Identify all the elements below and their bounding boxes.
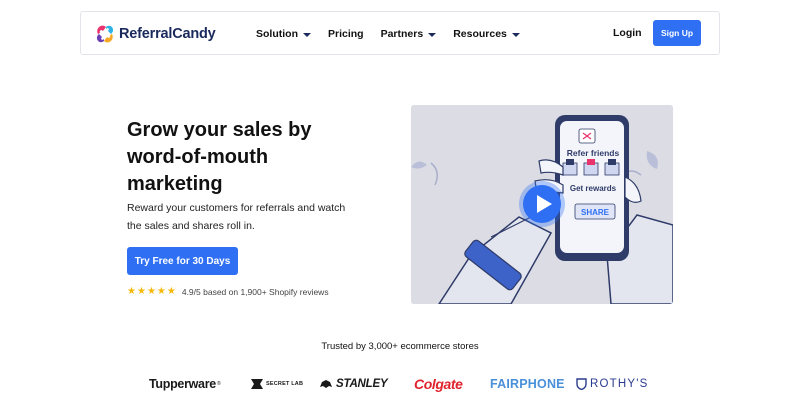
- top-navbar: ReferralCandy Solution Pricing Partners …: [80, 11, 720, 55]
- secretlab-icon: [251, 379, 263, 389]
- chevron-down-icon: [303, 33, 311, 37]
- rating-stars: ★ ★ ★ ★ ★: [127, 286, 176, 298]
- nav-item-resources[interactable]: Resources: [453, 28, 520, 40]
- sign-up-button[interactable]: Sign Up: [653, 20, 701, 46]
- colgate-logo: Colgate: [414, 376, 463, 392]
- nav-item-label: Solution: [256, 28, 298, 40]
- star-icon: ★: [146, 286, 156, 297]
- hero-title: Grow your sales by word-of-mouth marketi…: [127, 119, 312, 195]
- nav-item-solution[interactable]: Solution: [256, 28, 311, 40]
- secretlab-logo: SECRET LAB: [250, 375, 303, 393]
- chevron-down-icon: [511, 33, 520, 37]
- nav-item-label: Resources: [453, 28, 507, 40]
- video-illustration: Refer friends Get rewards SHARE: [411, 105, 673, 304]
- star-icon: ★: [136, 286, 146, 297]
- referralcandy-logo-icon: [96, 25, 114, 43]
- nav-item-partners[interactable]: Partners: [381, 28, 437, 40]
- tupperware-logo: Tupperware ®: [149, 375, 221, 393]
- fairphone-logo: FAIRPHONE: [490, 377, 565, 391]
- trusted-label: Trusted by 3,000+ ecommerce stores: [321, 341, 479, 352]
- nav-item-pricing[interactable]: Pricing: [328, 28, 364, 40]
- video-share-label: SHARE: [581, 208, 610, 217]
- chevron-down-icon: [428, 33, 437, 37]
- hero-video[interactable]: Refer friends Get rewards SHARE: [411, 105, 673, 304]
- rothys-shield-icon: [576, 378, 587, 390]
- brand-logo[interactable]: ReferralCandy: [94, 21, 216, 47]
- stanley-logo: STANLEY: [319, 375, 388, 393]
- brand-logo-text: Tupperware: [149, 377, 216, 391]
- star-icon: ★: [156, 286, 166, 297]
- rothys-logo: ROTHY'S: [576, 375, 649, 393]
- try-free-button[interactable]: Try Free for 30 Days: [127, 247, 238, 275]
- main-nav: Solution Pricing Partners Resources: [256, 26, 537, 42]
- brand-logo-text: SECRET LAB: [266, 381, 304, 387]
- nav-item-label: Partners: [380, 28, 424, 40]
- star-icon: ★: [127, 286, 136, 297]
- nav-item-label: Pricing: [328, 28, 364, 40]
- rating: ★ ★ ★ ★ ★ 4.9/5 based on 1,900+ Shopify …: [127, 286, 329, 298]
- rating-text: 4.9/5 based on 1,900+ Shopify reviews: [181, 287, 329, 297]
- login-link[interactable]: Login: [613, 27, 642, 39]
- video-refer-friends: Refer friends: [567, 148, 620, 158]
- star-icon: ★: [166, 286, 176, 297]
- hero-subtitle: Reward your customers for referrals and …: [127, 202, 346, 232]
- trademark-mark: ®: [216, 381, 221, 387]
- brand-logos: Tupperware ® SECRET LAB STANLEY Colgate F…: [148, 375, 658, 395]
- brand-logo-text: ROTHY'S: [590, 378, 649, 390]
- stanley-bear-icon: [320, 380, 332, 388]
- video-get-rewards: Get rewards: [570, 184, 617, 193]
- brand-name: ReferralCandy: [119, 26, 216, 42]
- brand-logo-text: STANLEY: [336, 378, 388, 390]
